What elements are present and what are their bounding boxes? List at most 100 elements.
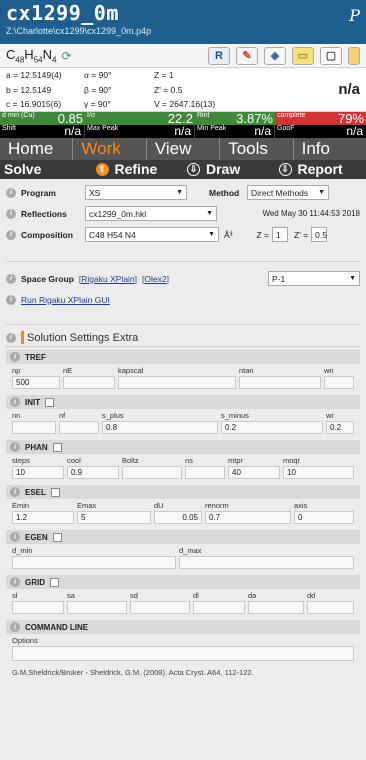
tab-tools[interactable]: Tools [220,138,294,160]
ntan-input[interactable] [239,376,321,389]
da-input[interactable] [248,601,304,614]
du-input[interactable]: 0.05 [154,511,202,524]
sa-input[interactable] [67,601,127,614]
main-tabs: Home Work View Tools Info [0,138,366,160]
tab-info[interactable]: Info [294,138,366,160]
info-icon[interactable]: i [10,577,20,587]
wr-input[interactable]: 0.2 [326,421,354,434]
palette-icon[interactable]: ◆ [264,46,286,65]
accent-bar [21,331,24,344]
cell-a: a = 12.5149(4) [6,70,62,80]
cell-gamma: γ = 90° [84,99,111,109]
group-esel: i ESEL [6,485,360,499]
group-init: i INIT [6,395,360,409]
s-plus-input[interactable]: 0.8 [102,421,218,434]
program-label: Program [21,187,56,198]
d-max-input[interactable] [179,556,354,569]
s-minus-input[interactable]: 0.2 [221,421,323,434]
method-select[interactable]: Direct Methods ▼ [247,185,329,200]
emin-input[interactable]: 1.2 [12,511,74,524]
window-icon[interactable]: ▢ [320,46,342,65]
title-bar: cx1299_0m Z:\Charlotte\cx1299\cx1299_0m.… [0,0,366,44]
program-select[interactable]: XS ▼ [85,185,187,200]
field-label: renorm [205,501,229,510]
info-icon[interactable]: i [10,532,20,542]
grid-checkbox[interactable] [50,577,59,587]
subtab-draw[interactable]: ⇩ Draw [183,160,275,179]
reflections-date: Wed May 30 11:44:53 2018 [262,209,360,218]
solution-settings-title: Solution Settings Extra [27,331,139,344]
info-icon[interactable]: i [10,487,20,497]
ns-input[interactable] [185,466,225,479]
sl-input[interactable] [12,601,64,614]
esel-checkbox[interactable] [50,487,60,497]
steps-input[interactable]: 10 [12,466,64,479]
sd-input[interactable] [130,601,190,614]
cell-zprime: Z' = 0.5 [154,84,183,95]
pencil-icon[interactable]: ✎ [236,46,258,65]
space-group-select[interactable]: P-1 ▼ [268,271,360,286]
expand-icon[interactable] [348,46,360,65]
tab-view[interactable]: View [147,138,221,160]
group-grid: i GRID [6,575,360,589]
mtpr-input[interactable]: 40 [228,466,280,479]
subtab-refine[interactable]: ⇧ Refine [92,160,184,179]
info-icon[interactable]: i [6,332,16,343]
phan-checkbox[interactable] [52,442,62,452]
olex2-link[interactable]: [Olex2] [142,274,169,284]
mnqr-input[interactable]: 10 [283,466,354,479]
solution-settings-header[interactable]: i Solution Settings Extra [6,329,360,347]
subtab-solve[interactable]: Solve [0,160,92,179]
info-icon[interactable]: i [10,442,20,452]
field-label: mnqr [283,456,301,465]
info-icon[interactable]: i [6,229,16,240]
expand-circle-icon: ⇧ [95,163,109,176]
tab-work[interactable]: Work [73,138,147,160]
options-input[interactable] [12,646,354,661]
info-icon[interactable]: i [10,352,20,362]
refinement-stats-bar: Shift n/a Max Peak n/a Min Peak n/a GooF n/a [0,124,366,138]
kapscal-input[interactable] [118,376,236,389]
stat-shift: Shift n/a [0,124,85,138]
info-icon[interactable]: i [6,273,16,284]
ne-input[interactable] [63,376,115,389]
stat-goof: GooF n/a [277,124,363,138]
np-input[interactable]: 500 [12,376,60,389]
refresh-icon[interactable]: ⟳ [61,49,71,63]
info-icon[interactable]: i [6,294,16,305]
dl-input[interactable] [193,601,245,614]
d-min-input[interactable] [12,556,176,569]
info-icon[interactable]: i [6,187,16,198]
run-xplain-gui-link[interactable]: Run Rigaku XPlain GUI [21,295,110,305]
dd-input[interactable] [307,601,354,614]
info-icon[interactable]: i [10,397,20,407]
subtab-report[interactable]: ⇩ Report [275,160,366,179]
tab-home[interactable]: Home [0,138,74,160]
emax-input[interactable]: 5 [77,511,151,524]
info-icon[interactable]: i [6,208,16,219]
field-label: Options [12,636,38,645]
axis-input[interactable]: 0 [294,511,354,524]
nn-input[interactable] [12,421,56,434]
dropdown-arrow-icon: ▼ [349,275,356,282]
renorm-input[interactable]: 0.7 [205,511,291,524]
boltz-input[interactable] [122,466,182,479]
group-phan: i PHAN [6,440,360,454]
z-input[interactable]: 1 [272,227,289,242]
nf-input[interactable] [59,421,99,434]
ron-icon[interactable]: R [208,46,230,65]
rigaku-xplain-link[interactable]: [Rigaku XPlain] [79,274,137,284]
folder-icon[interactable]: ▭ [292,46,314,65]
field-label: d_max [179,546,202,555]
egen-checkbox[interactable] [52,532,62,542]
composition-input[interactable]: C48 H54 N4 ▼ [85,227,219,242]
wn-input[interactable] [324,376,354,389]
field-label: wr [326,411,334,420]
info-icon[interactable]: i [10,622,20,632]
field-label: sa [67,591,75,600]
zprime-input[interactable]: 0.5 [311,227,328,242]
reflections-select[interactable]: cx1299_0m.hkl ▼ [85,206,217,221]
cool-input[interactable]: 0.9 [67,466,119,479]
work-subtabs: Solve ⇧ Refine ⇩ Draw ⇩ Report [0,160,366,179]
init-checkbox[interactable] [45,397,55,407]
